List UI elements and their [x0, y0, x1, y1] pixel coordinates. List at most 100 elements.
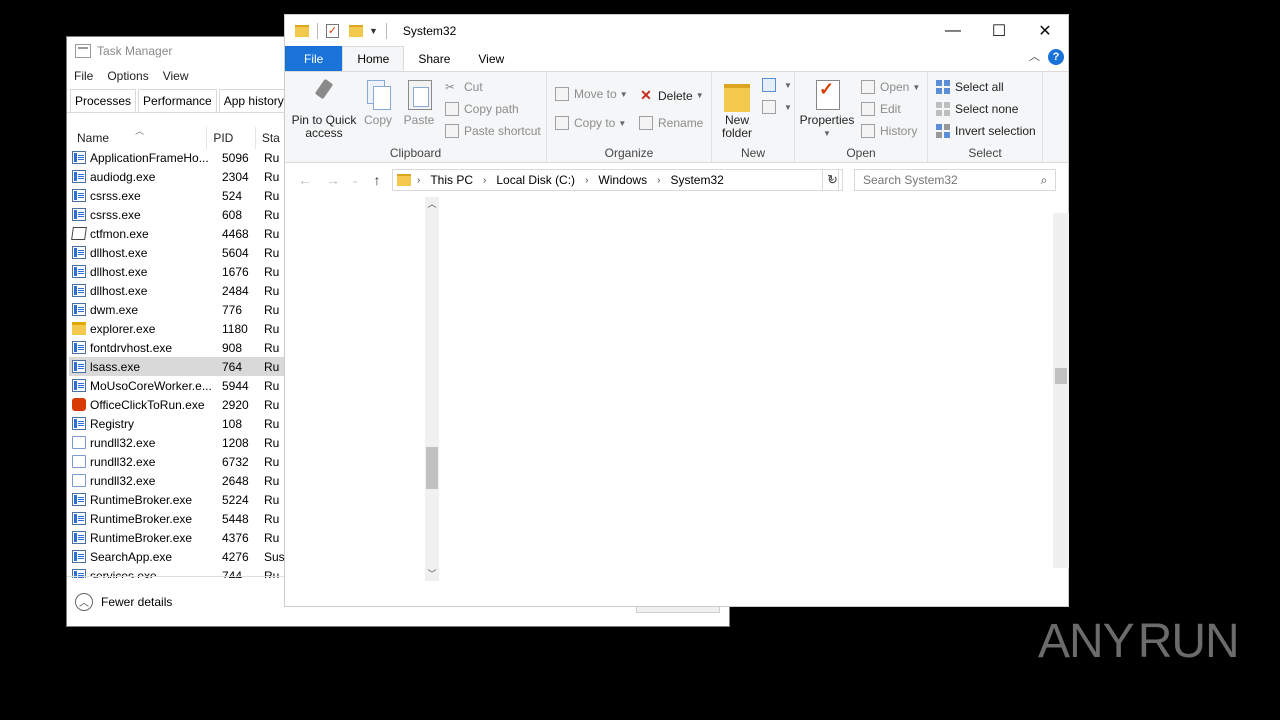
- address-folder-icon: [397, 174, 411, 186]
- scroll-up-arrow-icon[interactable]: ︿: [425, 197, 439, 211]
- breadcrumb-system32[interactable]: › System32: [657, 173, 724, 187]
- process-row[interactable]: OfficeClickToRun.exe 2920 Ru: [69, 395, 285, 414]
- process-pid: 608: [222, 207, 243, 222]
- properties-button[interactable]: Properties ▼: [799, 78, 855, 140]
- copy-to-button[interactable]: Copy to ▼: [555, 116, 626, 130]
- pin-to-quick-access-button[interactable]: Pin to Quick access: [291, 78, 357, 140]
- process-row[interactable]: rundll32.exe 2648 Ru: [69, 471, 285, 490]
- menu-options[interactable]: Options: [107, 69, 148, 83]
- menu-file[interactable]: File: [74, 69, 93, 83]
- breadcrumb-this-pc[interactable]: › This PC: [417, 173, 473, 187]
- select-none-icon: [936, 102, 950, 116]
- process-row[interactable]: ctfmon.exe 4468 Ru: [69, 224, 285, 243]
- process-row[interactable]: RuntimeBroker.exe 4376 Ru: [69, 528, 285, 547]
- select-all-button[interactable]: Select all: [936, 80, 1004, 94]
- cut-button[interactable]: ✂ Cut: [445, 80, 483, 94]
- move-to-button[interactable]: Move to ▼: [555, 87, 628, 101]
- select-group-label: Select: [968, 146, 1002, 160]
- process-row[interactable]: SearchApp.exe 4276 Sus: [69, 547, 285, 566]
- column-header-status[interactable]: Sta: [256, 127, 285, 149]
- new-item-button[interactable]: ▼: [762, 78, 792, 92]
- content-pane-scrollbar[interactable]: [1053, 213, 1069, 568]
- help-icon[interactable]: ?: [1048, 49, 1064, 65]
- paste-button[interactable]: Paste: [402, 78, 436, 127]
- maximize-icon[interactable]: ☐: [976, 15, 1022, 46]
- quick-access-dropdown-icon[interactable]: ▼: [369, 26, 378, 36]
- properties-label: Properties: [799, 113, 855, 127]
- column-header-name[interactable]: ︿ Name: [67, 126, 208, 149]
- select-none-button[interactable]: Select none: [936, 102, 1018, 116]
- process-row[interactable]: csrss.exe 608 Ru: [69, 205, 285, 224]
- scroll-thumb[interactable]: [1055, 368, 1067, 384]
- process-row[interactable]: RuntimeBroker.exe 5448 Ru: [69, 509, 285, 528]
- process-row[interactable]: dllhost.exe 2484 Ru: [69, 281, 285, 300]
- process-row[interactable]: explorer.exe 1180 Ru: [69, 319, 285, 338]
- rename-button[interactable]: Rename: [639, 116, 703, 130]
- delete-button[interactable]: ✕ Delete ▼: [639, 87, 703, 104]
- edit-button[interactable]: Edit: [861, 102, 901, 116]
- process-row[interactable]: csrss.exe 524 Ru: [69, 186, 285, 205]
- process-row[interactable]: RuntimeBroker.exe 5224 Ru: [69, 490, 285, 509]
- process-row[interactable]: rundll32.exe 6732 Ru: [69, 452, 285, 471]
- explorer-titlebar[interactable]: ✓ ▼ System32 — ☐ ✕: [285, 15, 1068, 46]
- process-row[interactable]: fontdrvhost.exe 908 Ru: [69, 338, 285, 357]
- navigation-pane-scrollbar[interactable]: ︿ ﹀: [425, 197, 439, 581]
- new-folder-quick-icon[interactable]: [349, 24, 363, 37]
- scroll-thumb[interactable]: [426, 447, 438, 489]
- tab-processes[interactable]: Processes: [70, 89, 137, 112]
- process-row[interactable]: ApplicationFrameHo... 5096 Ru: [69, 148, 285, 167]
- copy-icon: [363, 78, 393, 110]
- paste-shortcut-button[interactable]: Paste shortcut: [445, 124, 541, 138]
- process-row[interactable]: lsass.exe 764 Ru: [69, 357, 285, 376]
- history-button[interactable]: History: [861, 124, 917, 138]
- new-folder-button[interactable]: New folder: [716, 78, 758, 140]
- process-name: RuntimeBroker.exe: [90, 492, 193, 507]
- dropdown-caret-icon: ▼: [784, 102, 792, 112]
- scroll-down-arrow-icon[interactable]: ﹀: [425, 567, 439, 581]
- properties-check-icon[interactable]: ✓: [326, 23, 339, 38]
- search-icon[interactable]: ⌕: [1033, 173, 1055, 188]
- breadcrumb-windows[interactable]: › Windows: [585, 173, 647, 187]
- easy-access-button[interactable]: ▼: [762, 100, 792, 114]
- open-button[interactable]: Open ▼: [861, 80, 920, 94]
- process-app-icon: [72, 417, 86, 430]
- minimize-icon[interactable]: —: [930, 15, 976, 46]
- process-row[interactable]: dllhost.exe 1676 Ru: [69, 262, 285, 281]
- address-bar[interactable]: › This PC › Local Disk (C:) › Windows › Syst…: [392, 169, 839, 191]
- breadcrumb-local-disk[interactable]: › Local Disk (C:): [483, 173, 575, 187]
- tab-home[interactable]: Home: [342, 46, 405, 71]
- tab-share[interactable]: Share: [404, 46, 464, 71]
- process-app-icon: [72, 493, 86, 506]
- up-arrow-icon[interactable]: ↑: [363, 172, 391, 188]
- process-status: Ru: [264, 207, 280, 222]
- paste-shortcut-label: Paste shortcut: [464, 124, 541, 138]
- search-input[interactable]: [855, 170, 1033, 190]
- process-row[interactable]: audiodg.exe 2304 Ru: [69, 167, 285, 186]
- refresh-icon[interactable]: ↻: [822, 169, 843, 191]
- dropdown-caret-icon: ▼: [912, 82, 921, 92]
- process-list[interactable]: ApplicationFrameHo... 5096 Ru audiodg.exe 23…: [69, 148, 285, 578]
- menu-view[interactable]: View: [163, 69, 189, 83]
- process-status: Ru: [264, 397, 280, 412]
- tab-view[interactable]: View: [464, 46, 518, 71]
- forward-arrow-icon[interactable]: →: [319, 172, 347, 188]
- process-row[interactable]: MoUsoCoreWorker.e... 5944 Ru: [69, 376, 285, 395]
- process-row[interactable]: Registry 108 Ru: [69, 414, 285, 433]
- process-row[interactable]: dllhost.exe 5604 Ru: [69, 243, 285, 262]
- tab-app-history[interactable]: App history: [218, 89, 289, 112]
- tab-performance[interactable]: Performance: [138, 89, 217, 112]
- collapse-ribbon-icon[interactable]: ︿: [1029, 48, 1040, 64]
- process-row[interactable]: rundll32.exe 1208 Ru: [69, 433, 285, 452]
- close-icon[interactable]: ✕: [1022, 15, 1068, 46]
- recent-locations-chevron-icon[interactable]: ⌄: [347, 175, 363, 186]
- fewer-details-link[interactable]: Fewer details: [101, 595, 172, 609]
- process-row[interactable]: dwm.exe 776 Ru: [69, 300, 285, 319]
- copy-path-button[interactable]: Copy path: [445, 102, 519, 116]
- copy-button[interactable]: Copy: [361, 78, 395, 127]
- tab-file[interactable]: File: [285, 46, 343, 71]
- invert-selection-button[interactable]: Invert selection: [936, 124, 1036, 138]
- column-header-pid[interactable]: PID: [207, 127, 256, 149]
- breadcrumb-separator-icon: ›: [585, 174, 589, 186]
- chevron-up-circle-icon[interactable]: ︿: [75, 592, 93, 611]
- back-arrow-icon[interactable]: ←: [291, 172, 319, 188]
